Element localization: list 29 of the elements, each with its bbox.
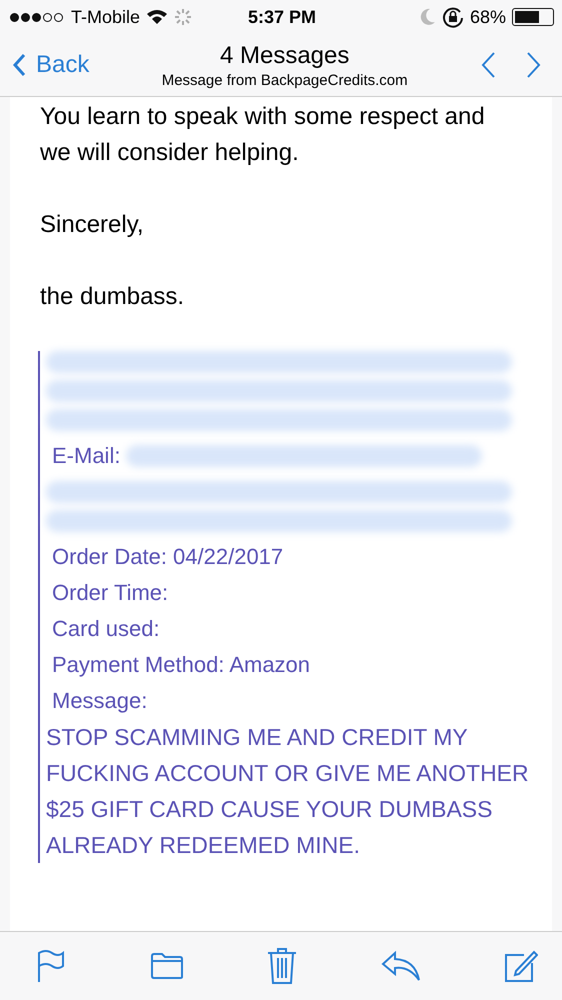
previous-icon[interactable] [480, 51, 496, 79]
flag-icon[interactable] [36, 949, 66, 983]
next-icon[interactable] [526, 51, 542, 79]
message-text: the dumbass. [40, 282, 186, 312]
reply-icon[interactable] [380, 950, 420, 982]
battery-icon [512, 8, 554, 26]
quoted-text: Order Date: 04/22/2017 [51, 543, 284, 571]
back-button[interactable]: Back [12, 51, 90, 79]
quoted-text: Order Time: [51, 579, 170, 607]
moon-icon [420, 8, 436, 26]
nav-title: 4 Messages [218, 42, 350, 70]
quoted-text: Payment Method: Amazon [51, 651, 312, 679]
compose-icon[interactable] [504, 949, 538, 983]
nav-subtitle: Message from BackpageCredits.com [160, 72, 409, 88]
trash-icon[interactable] [267, 947, 297, 985]
quoted-text: Message: [51, 687, 148, 715]
wifi-icon [146, 9, 168, 25]
folder-icon[interactable] [150, 952, 184, 980]
rotation-lock-icon [442, 6, 464, 28]
battery-percent: 68% [470, 6, 506, 28]
carrier-name: T-Mobile [71, 6, 140, 28]
spinner-icon [174, 8, 192, 26]
chevron-icon [12, 53, 26, 77]
quoted-text: Card used: [51, 615, 161, 643]
clock-time: 5:37 PM [248, 6, 316, 28]
quoted-message: STOP SCAMMING ME AND CREDIT MY FUCKING ACCOUNT OR GIVE ME ANOTHER $25 GIFT CARD CAUSE YOUR DUMBASS ALREADY REDEEMED MINE. [46, 723, 530, 860]
message-text: You learn to speak with some respect and we will consider helping. [40, 102, 486, 168]
message-text: Sincerely, [40, 210, 145, 240]
quoted-text: E-Mail: [52, 442, 120, 470]
